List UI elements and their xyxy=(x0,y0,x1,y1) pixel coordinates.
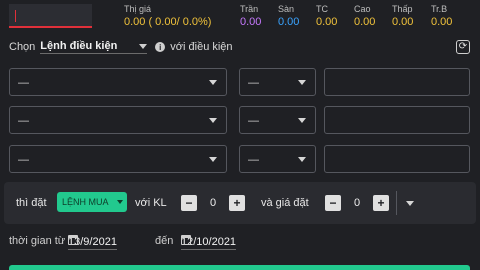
order-type-row: Chọn Lệnh điều kiện i với điều kiện ⟳ xyxy=(9,39,470,55)
quantity-stepper: − 0 + xyxy=(181,194,245,212)
order-panel: thì đặt LỆNH MUA với KL − 0 + và giá đặt… xyxy=(4,182,476,224)
average-header: Tr.B xyxy=(431,4,448,14)
condition-field-value: — xyxy=(18,77,29,89)
condition-operator-select[interactable]: — xyxy=(239,68,316,96)
text-cursor xyxy=(15,10,16,22)
quantity-input[interactable]: 0 xyxy=(197,197,229,209)
chevron-down-icon xyxy=(405,200,414,206)
to-date-label: đến xyxy=(155,235,174,247)
to-date-input[interactable]: 12/10/2021 xyxy=(181,234,237,250)
price-value: 0.00 ( 0.00/ 0.0%) xyxy=(124,16,212,28)
date-range-row: thời gian từ 13/9/2021 đến 12/10/2021 xyxy=(9,234,469,250)
quantity-increment-button[interactable]: + xyxy=(229,195,245,211)
condition-field-value: — xyxy=(18,154,29,166)
chevron-down-icon xyxy=(209,80,217,85)
info-icon[interactable]: i xyxy=(155,42,166,52)
chevron-down-icon xyxy=(209,157,217,162)
condition-row-3: — — xyxy=(9,145,470,173)
then-place-label: thì đặt xyxy=(16,197,47,209)
condition-row-2: — — xyxy=(9,106,470,134)
chevron-down-icon xyxy=(139,43,148,49)
condition-field-value: — xyxy=(18,115,29,127)
order-type-value: Lệnh điều kiện xyxy=(40,40,118,52)
calendar-icon[interactable] xyxy=(181,235,191,245)
from-date-label: thời gian từ xyxy=(9,235,66,247)
chevron-down-icon xyxy=(209,118,217,123)
high-header: Cao xyxy=(354,4,371,14)
chevron-down-icon xyxy=(117,200,123,204)
condition-field-select[interactable]: — xyxy=(9,145,227,173)
price-stepper: − 0 + xyxy=(325,194,389,212)
condition-field-select[interactable]: — xyxy=(9,106,227,134)
quantity-decrement-button[interactable]: − xyxy=(181,195,197,211)
symbol-input[interactable] xyxy=(9,4,92,28)
refresh-icon: ⟳ xyxy=(458,41,468,52)
price-type-dropdown[interactable] xyxy=(396,191,422,215)
calendar-icon[interactable] xyxy=(68,235,78,245)
condition-operator-select[interactable]: — xyxy=(239,145,316,173)
average-value: 0.00 xyxy=(431,16,453,28)
floor-header: Sàn xyxy=(278,4,295,14)
order-side-value: LỆNH MUA xyxy=(62,197,109,207)
reference-value: 0.00 xyxy=(316,16,338,28)
price-header: Thị giá xyxy=(124,4,152,14)
price-increment-button[interactable]: + xyxy=(373,195,389,211)
order-type-select[interactable]: Lệnh điều kiện xyxy=(40,40,148,54)
reference-header: TC xyxy=(316,4,328,14)
from-date-input[interactable]: 13/9/2021 xyxy=(68,234,117,250)
condition-field-select[interactable]: — xyxy=(9,68,227,96)
choose-label: Chọn xyxy=(9,41,36,53)
floor-value: 0.00 xyxy=(278,16,300,28)
order-side-select[interactable]: LỆNH MUA xyxy=(57,192,127,212)
refresh-button[interactable]: ⟳ xyxy=(456,40,470,54)
condition-operator-value: — xyxy=(248,154,259,166)
condition-row-1: — — xyxy=(9,68,470,96)
condition-operator-value: — xyxy=(248,77,259,89)
condition-value-input[interactable] xyxy=(324,106,470,134)
chevron-down-icon xyxy=(298,157,306,162)
condition-operator-value: — xyxy=(248,115,259,127)
price-input[interactable]: 0 xyxy=(341,197,373,209)
condition-value-input[interactable] xyxy=(324,68,470,96)
chevron-down-icon xyxy=(298,80,306,85)
condition-operator-select[interactable]: — xyxy=(239,106,316,134)
condition-value-input[interactable] xyxy=(324,145,470,173)
price-label: và giá đặt xyxy=(261,197,309,209)
ceiling-header: Trần xyxy=(240,4,259,14)
quantity-label: với KL xyxy=(135,197,167,209)
chevron-down-icon xyxy=(298,118,306,123)
price-decrement-button[interactable]: − xyxy=(325,195,341,211)
low-header: Thấp xyxy=(392,4,413,14)
high-value: 0.00 xyxy=(354,16,376,28)
with-condition-label: với điều kiện xyxy=(170,41,233,53)
low-value: 0.00 xyxy=(392,16,414,28)
submit-button[interactable] xyxy=(9,265,470,270)
ceiling-value: 0.00 xyxy=(240,16,262,28)
